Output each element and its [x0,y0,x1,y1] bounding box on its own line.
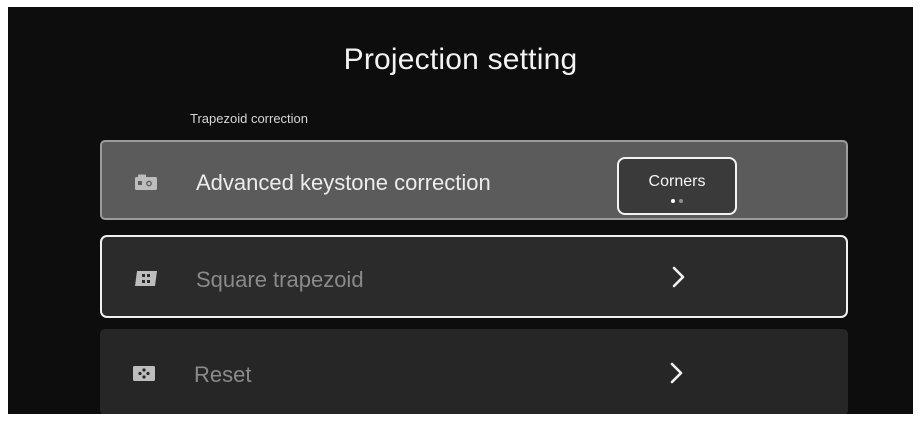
page-dot-inactive [679,199,683,203]
value-text: Corners [648,173,706,190]
menu-item-label: Reset [194,362,252,387]
menu-item-label: Square trapezoid [196,267,364,292]
chevron-right-icon [672,266,685,288]
square-trapezoid-icon [135,271,157,286]
keystone-icon [135,174,157,190]
page-title: Projection setting [343,43,578,76]
projector-screen: Projection setting Trapezoid correction … [8,7,913,414]
corners-value-selector[interactable]: Corners [617,157,737,215]
section-label-trapezoid-correction: Trapezoid correction [190,111,309,126]
menu-item-square-trapezoid[interactable]: Square trapezoid [100,235,848,318]
menu-item-advanced-keystone-correction[interactable]: Advanced keystone correction Corners [100,140,848,220]
menu-item-reset[interactable]: Reset [100,329,848,414]
page-indicator [619,199,735,203]
reset-icon [133,366,155,381]
page-dot-active [671,199,675,203]
chevron-right-icon [670,362,683,384]
menu-item-label: Advanced keystone correction [196,170,491,195]
